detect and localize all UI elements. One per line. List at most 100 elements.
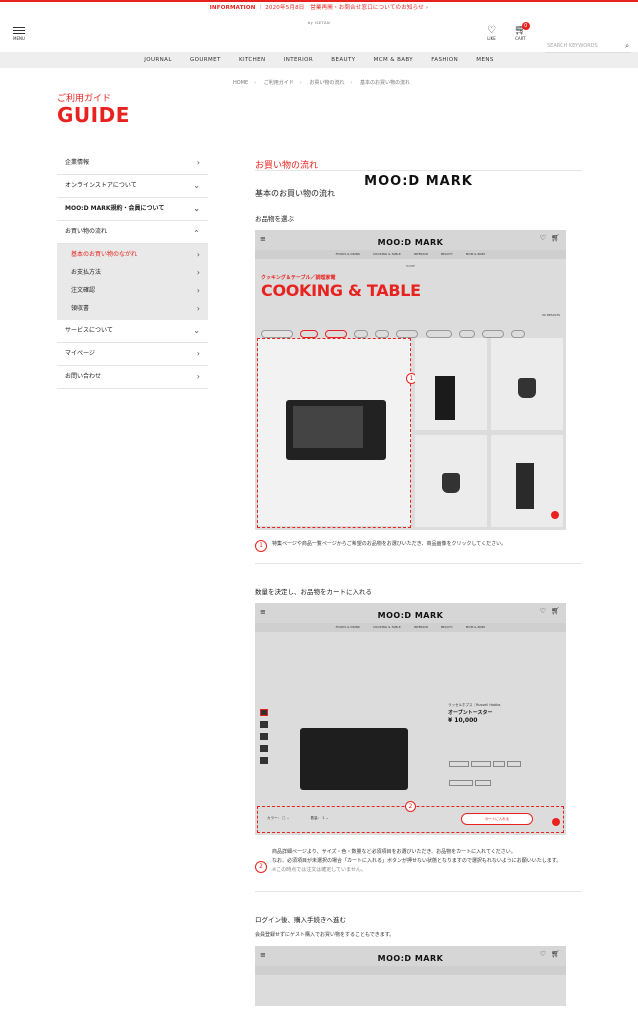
- cart-icon: 🛒︎: [551, 607, 560, 615]
- site-logo[interactable]: MOO:D MARK by ISETAN: [0, 21, 638, 189]
- hamburger-icon: ≡: [260, 951, 266, 959]
- sidebar-item-label: マイページ: [65, 350, 95, 357]
- chevron-down-icon: ⌄: [193, 326, 200, 335]
- divider: [255, 563, 582, 564]
- shot-header: ≡ MOO:D MARK ♡ 🛒︎: [255, 946, 566, 966]
- sidebar-subitem-label: お支払方法: [71, 269, 102, 276]
- cart-button[interactable]: 🛒︎ 0 CART: [514, 22, 530, 41]
- sidebar-subitem-payment[interactable]: お支払方法 ›: [57, 264, 208, 282]
- shot-highlight-box: [257, 338, 411, 528]
- like-button[interactable]: ♡ LIKE: [487, 26, 496, 42]
- breadcrumb-guide[interactable]: ご利用ガイド: [264, 80, 294, 86]
- cart-count-badge: 0: [521, 22, 530, 30]
- step2-note-text2: なお、必須項目が未選択の場合「カートに入れる」ボタンが押せない状態となりますので…: [272, 858, 562, 864]
- sidebar-subitem-label: 基本のお買い物のながれ: [71, 251, 138, 258]
- shot-nav-item: INTERIOR: [413, 252, 428, 256]
- shot-product: [491, 338, 563, 430]
- chevron-right-icon: ›: [196, 304, 200, 313]
- sidebar: 企業情報 › オンラインストアについて ⌄ MOO:D MARK規約・会員につい…: [57, 152, 208, 389]
- nav-interior[interactable]: INTERIOR: [284, 57, 313, 63]
- shot-product: [415, 338, 487, 430]
- shot-cart-row: カラー： ▢ ⌄ 数量： 1 ⌄: [267, 816, 329, 820]
- main-content: お買い物の流れ 基本のお買い物の流れ お品物を選ぶ ≡ MOO:D MARK ♡…: [255, 152, 582, 1006]
- shot-header: ≡ MOO:D MARK ♡ 🛒︎: [255, 230, 566, 250]
- sidebar-item-mypage[interactable]: マイページ ›: [57, 343, 208, 366]
- menu-label: MENU: [13, 36, 25, 41]
- shot-header: ≡ MOO:D MARK ♡ 🛒︎: [255, 603, 566, 623]
- nav-kitchen[interactable]: KITCHEN: [239, 57, 266, 63]
- page-title: お買い物の流れ: [255, 152, 582, 171]
- chevron-down-icon: ⌄: [193, 181, 200, 190]
- divider: [255, 891, 582, 892]
- sidebar-subitem-basic-flow[interactable]: 基本のお買い物のながれ ›: [57, 246, 208, 264]
- shot-filter-chips: [261, 323, 560, 338]
- sidebar-item-terms[interactable]: MOO:D MARK規約・会員について ⌄: [57, 198, 208, 221]
- shot-nav-item: BEAUTY: [440, 252, 453, 256]
- breadcrumb-home[interactable]: HOME: [233, 80, 248, 86]
- nav-gourmet[interactable]: GOURMET: [190, 57, 221, 63]
- step2-heading: 数量を決定し、お品物をカートに入れる: [255, 588, 372, 596]
- sidebar-item-label: お問い合わせ: [65, 373, 102, 380]
- search-input[interactable]: SEARCH KEYWORDS ⌕: [545, 39, 631, 53]
- site-header: MENU MOO:D MARK by ISETAN ♡ LIKE 🛒︎ 0 CAR…: [0, 14, 638, 189]
- step3-screenshot: ≡ MOO:D MARK ♡ 🛒︎: [255, 946, 566, 1006]
- shot-nav-item: INTERIOR: [413, 625, 428, 629]
- step2-note-text1: 商品詳細ページより、サイズ・色・数量など必須項目をお選びいただき、お品物をカート…: [272, 849, 516, 855]
- chevron-down-icon: ⌄: [193, 204, 200, 213]
- shot-thumbnails: [260, 709, 268, 784]
- shot-results: 50 RESULTS: [542, 313, 560, 317]
- step1-screenshot: ≡ MOO:D MARK ♡ 🛒︎ FOODS & DRINK COOKING …: [255, 230, 566, 530]
- step1-note-text: 特集ページや商品一覧ページからご希望のお品物をお選びいただき、商品画像をクリック…: [272, 541, 507, 547]
- shot-nav-item: COOKING & TABLE: [372, 625, 401, 629]
- step3-heading: ログイン後、購入手続きへ進む: [255, 916, 346, 924]
- sidebar-item-contact[interactable]: お問い合わせ ›: [57, 366, 208, 389]
- sidebar-item-label: サービスについて: [65, 327, 113, 334]
- heart-icon: ♡: [539, 234, 546, 242]
- chevron-right-icon: ›: [425, 5, 429, 11]
- shot-product: [415, 435, 487, 527]
- sidebar-item-services[interactable]: サービスについて ⌄: [57, 320, 208, 343]
- search-icon[interactable]: ⌕: [625, 39, 629, 53]
- breadcrumb-current: 基本のお買い物の流れ: [359, 80, 410, 86]
- sidebar-item-shopping-flow[interactable]: お買い物の流れ ⌄: [57, 221, 208, 244]
- shot-step-marker: 2: [405, 801, 416, 812]
- shot-banner-jp: クッキング＆テーブル／調理家電: [261, 275, 336, 281]
- like-label: LIKE: [487, 36, 496, 41]
- shot-nav-item: MOM & BABY: [465, 252, 486, 256]
- nav-mens[interactable]: MENS: [476, 57, 493, 63]
- guide-title-en: GUIDE: [57, 103, 130, 127]
- shot-nav: FOODS & DRINK COOKING & TABLE INTERIOR B…: [255, 250, 566, 259]
- sidebar-item-label: MOO:D MARK規約・会員について: [65, 205, 165, 212]
- nav-journal[interactable]: JOURNAL: [144, 57, 172, 63]
- hamburger-icon: ≡: [260, 235, 266, 243]
- sidebar-subitem-order-confirm[interactable]: 注文確認 ›: [57, 282, 208, 300]
- info-text: 2020年5月8日 営業再開・お問合せ窓口についてのお知らせ: [265, 5, 424, 11]
- shot-brand: ラッセルホブス｜Russell Hobbs: [448, 703, 501, 707]
- sidebar-item-online-store[interactable]: オンラインストアについて ⌄: [57, 175, 208, 198]
- nav-mcm-baby[interactable]: MCM & BABY: [374, 57, 413, 63]
- chevron-right-icon: ›: [196, 250, 200, 259]
- sidebar-item-company[interactable]: 企業情報 ›: [57, 152, 208, 175]
- nav-beauty[interactable]: BEAUTY: [331, 57, 355, 63]
- step-number: 1: [255, 540, 267, 552]
- global-nav: JOURNAL GOURMET KITCHEN INTERIOR BEAUTY …: [0, 52, 638, 68]
- shot-cart-btn-label: カートに入れる: [484, 817, 510, 821]
- info-bar[interactable]: INFORMATION ｜ 2020年5月8日 営業再開・お問合せ窓口についての…: [0, 0, 638, 14]
- step1-heading: お品物を選ぶ: [255, 215, 294, 223]
- shot-price: ¥ 10,000: [448, 717, 478, 724]
- step3-note: 会員登録せずにゲスト購入でお買い物をすることもできます。: [255, 932, 395, 938]
- sidebar-item-label: オンラインストアについて: [65, 182, 137, 189]
- step1-note: 1 特集ページや商品一覧ページからご希望のお品物をお選びいただき、商品画像をクリ…: [255, 540, 582, 552]
- shot-nav-item: FOODS & DRINK: [335, 625, 360, 629]
- shot-logo: MOO:D MARK: [377, 238, 444, 247]
- step2-note: 2 商品詳細ページより、サイズ・色・数量など必須項目をお選びいただき、お品物をカ…: [255, 848, 582, 875]
- page-heading: ご利用ガイド GUIDE: [57, 91, 130, 126]
- chevron-right-icon: ›: [196, 286, 200, 295]
- menu-button[interactable]: MENU: [12, 27, 26, 41]
- breadcrumb-flow[interactable]: お買い物の流れ: [309, 80, 344, 86]
- shot-nav-item: MOM & BABY: [465, 625, 486, 629]
- nav-fashion[interactable]: FASHION: [431, 57, 458, 63]
- breadcrumb: HOME › ご利用ガイド › お買い物の流れ › 基本のお買い物の流れ: [233, 80, 410, 86]
- shot-logo: MOO:D MARK: [377, 611, 444, 620]
- sidebar-subitem-receipt[interactable]: 領収書 ›: [57, 300, 208, 318]
